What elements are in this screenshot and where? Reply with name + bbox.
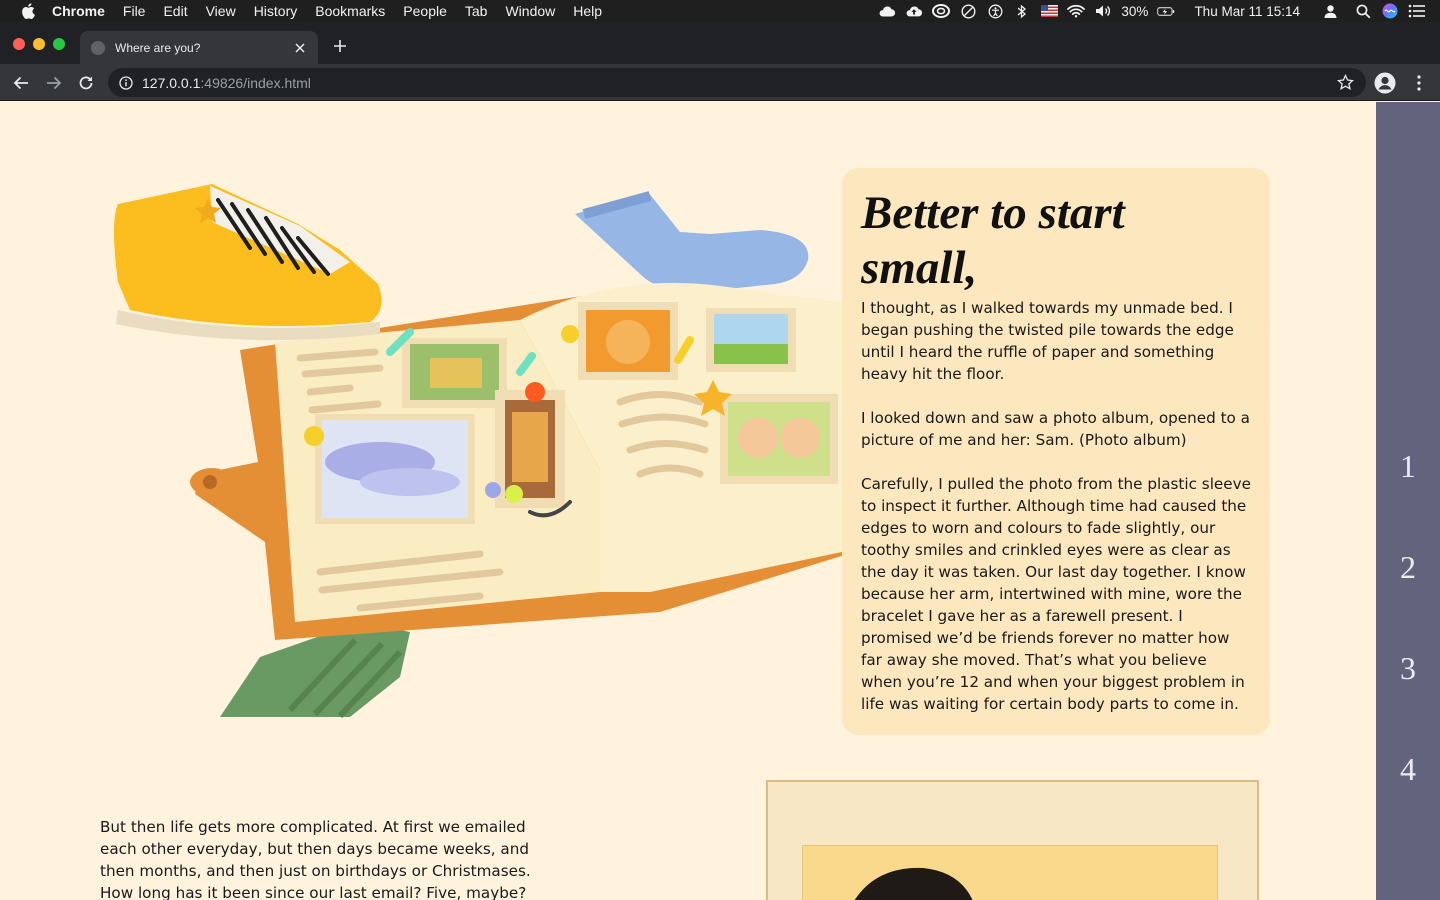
story-paragraph-3: Carefully, I pulled the photo from the p… (861, 475, 1251, 713)
address-bar[interactable]: 127.0.0.1:49826/index.html (108, 68, 1366, 97)
battery-charging-icon[interactable] (1157, 3, 1175, 19)
menu-edit[interactable]: Edit (154, 0, 196, 22)
chapter-link-1[interactable]: 1 (1376, 448, 1440, 485)
profile-avatar-icon[interactable] (1374, 72, 1396, 94)
chapter-link-2[interactable]: 2 (1376, 549, 1440, 586)
battery-percent: 30% (1121, 3, 1149, 19)
menu-tab[interactable]: Tab (456, 0, 497, 22)
menu-view[interactable]: View (197, 0, 245, 22)
story-paragraph-1: I thought, as I walked towards my unmade… (861, 299, 1234, 383)
window-zoom-button[interactable] (53, 38, 65, 50)
do-not-disturb-icon[interactable] (959, 3, 977, 19)
story-paragraph-4: But then life gets more complicated. At … (100, 818, 531, 900)
menu-file[interactable]: File (114, 0, 155, 22)
url-host: 127.0.0.1 (142, 74, 201, 91)
site-info-icon[interactable] (119, 75, 133, 90)
menu-app-name[interactable]: Chrome (38, 0, 114, 22)
user-account-icon[interactable] (1321, 3, 1339, 19)
notification-center-icon[interactable] (1408, 3, 1426, 19)
volume-icon[interactable] (1094, 3, 1112, 19)
chapter-link-4[interactable]: 4 (1376, 751, 1440, 788)
story-text-card: Better to start small, I thought, as I w… (842, 168, 1270, 735)
wifi-icon[interactable] (1067, 3, 1086, 19)
tab-title: Where are you? (115, 40, 201, 55)
new-tab-button[interactable] (330, 37, 350, 57)
menubar-clock[interactable]: Thu Mar 11 15:14 (1194, 4, 1300, 19)
browser-tab-active[interactable]: Where are you? (80, 31, 318, 64)
tab-favicon-icon (91, 40, 105, 55)
cloud-upload-icon[interactable] (905, 3, 923, 19)
url-text[interactable]: 127.0.0.1:49826/index.html (142, 75, 311, 91)
framed-photo-illustration (766, 780, 1259, 900)
forward-arrow-icon[interactable] (43, 72, 65, 94)
photo-album-illustration (100, 162, 860, 722)
story-title: Better to start small, (861, 187, 1125, 294)
url-path: :49826/index.html (200, 74, 311, 91)
chrome-menu-icon[interactable] (1410, 72, 1428, 94)
browser-tab-strip: Where are you? (0, 22, 1440, 64)
input-source-flag-icon[interactable] (1040, 3, 1058, 19)
bookmark-star-icon[interactable] (1337, 73, 1354, 91)
apple-menu-icon[interactable] (18, 0, 38, 22)
menubar-status-area: 30% Thu Mar 11 15:14 (878, 0, 1426, 22)
spotlight-search-icon[interactable] (1354, 3, 1372, 19)
window-close-button[interactable] (13, 38, 25, 50)
window-minimize-button[interactable] (33, 38, 45, 50)
story-paragraph-2: I looked down and saw a photo album, ope… (861, 409, 1250, 449)
browser-toolbar: 127.0.0.1:49826/index.html (0, 64, 1440, 101)
chapter-navigation-rail: 1 2 3 4 (1376, 102, 1440, 900)
macos-menubar: Chrome File Edit View History Bookmarks … (0, 0, 1440, 22)
creative-cloud-icon[interactable] (932, 3, 951, 19)
cloud-icon[interactable] (878, 3, 896, 19)
bluetooth-icon[interactable] (1013, 3, 1031, 19)
menu-people[interactable]: People (394, 0, 456, 22)
menu-bookmarks[interactable]: Bookmarks (306, 0, 394, 22)
framed-photo-inner (802, 845, 1218, 900)
back-arrow-icon[interactable] (10, 72, 32, 94)
reload-icon[interactable] (75, 72, 97, 94)
tab-close-icon[interactable] (292, 40, 308, 56)
menu-history[interactable]: History (245, 0, 307, 22)
chapter-link-3[interactable]: 3 (1376, 650, 1440, 687)
accessibility-icon[interactable] (986, 3, 1004, 19)
siri-icon[interactable] (1381, 3, 1399, 19)
menu-window[interactable]: Window (496, 0, 564, 22)
web-page: Better to start small, I thought, as I w… (0, 102, 1376, 900)
menu-help[interactable]: Help (564, 0, 611, 22)
